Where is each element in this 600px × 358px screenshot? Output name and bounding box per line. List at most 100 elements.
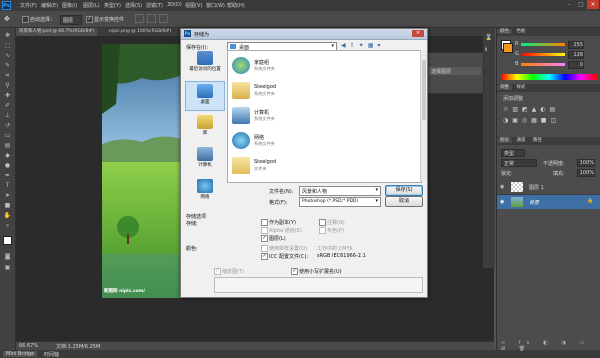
proof-checkbox[interactable] <box>261 245 268 252</box>
chevron-down-icon[interactable]: ▾ <box>375 198 378 204</box>
tab-color[interactable]: 颜色 <box>497 29 512 34</box>
fill-value[interactable]: 100% <box>577 169 595 177</box>
lowercase-ext-checkbox[interactable]: ✓ <box>291 268 298 275</box>
history-brush-tool-icon[interactable]: ↺ <box>3 122 12 129</box>
history-item[interactable]: 选择图层 <box>427 67 481 75</box>
red-slider[interactable] <box>521 43 565 46</box>
place-network[interactable]: 网络 <box>185 177 225 207</box>
align-buttons[interactable] <box>135 14 215 24</box>
green-slider[interactable] <box>521 53 565 56</box>
tab-adjustments[interactable]: 调整 <box>497 85 512 90</box>
green-value[interactable]: 128 <box>568 51 584 59</box>
align-vcenter-icon[interactable] <box>147 14 156 23</box>
icc-checkbox[interactable]: ✓ <box>261 253 268 260</box>
tab-channels[interactable]: 通道 <box>513 138 528 143</box>
cancel-button[interactable]: 取消 <box>385 196 423 207</box>
place-library[interactable]: 库 <box>185 113 225 143</box>
canvas-image[interactable]: 昵图网 nipic.com/ <box>102 44 184 298</box>
tab-swatches[interactable]: 色板 <box>513 29 528 34</box>
show-transform-checkbox[interactable]: ✓ <box>86 16 93 23</box>
screen-mode-icon[interactable]: ▣ <box>3 264 12 271</box>
layer-row[interactable]: ◉ 背景 🔒 <box>497 195 600 209</box>
clone-stamp-tool-icon[interactable]: ⊥ <box>3 112 12 119</box>
tab-timeline[interactable]: 时间轴 <box>44 351 59 358</box>
place-recent[interactable]: 最近访问的位置 <box>185 49 225 79</box>
menu-view[interactable]: 视图(V) <box>185 2 202 9</box>
menu-edit[interactable]: 编辑(E) <box>41 2 58 9</box>
tab-layers[interactable]: 图层 <box>497 138 512 143</box>
menu-image[interactable]: 图像(I) <box>62 2 77 9</box>
tab-styles[interactable]: 样式 <box>513 85 528 90</box>
pen-tool-icon[interactable]: ✒ <box>3 172 12 179</box>
foreground-color-swatch[interactable] <box>3 236 12 245</box>
shape-tool-icon[interactable]: ■ <box>3 202 12 209</box>
place-desktop[interactable]: 桌面 <box>185 81 225 111</box>
bg-color-chip[interactable] <box>503 43 513 53</box>
marquee-tool-icon[interactable]: ⬚ <box>3 42 12 49</box>
blue-value[interactable]: 0 <box>568 61 584 69</box>
quick-select-tool-icon[interactable]: ✎ <box>3 62 12 69</box>
filename-input[interactable]: 风景和人物 ▾ <box>299 186 381 196</box>
red-value[interactable]: 255 <box>568 41 584 49</box>
notes-checkbox[interactable] <box>319 219 326 226</box>
menu-select[interactable]: 选择(S) <box>125 2 142 9</box>
eraser-tool-icon[interactable]: ▭ <box>3 132 12 139</box>
list-item[interactable]: Steelgod 系统文件夹 <box>230 79 350 103</box>
layers-checkbox[interactable]: ✓ <box>261 235 268 242</box>
layer-kind-filter[interactable]: 类型 <box>501 149 525 157</box>
alpha-checkbox[interactable] <box>261 227 268 234</box>
lasso-tool-icon[interactable]: ∿ <box>3 52 12 59</box>
back-icon[interactable]: ◀ <box>341 42 350 49</box>
menu-filter[interactable]: 滤镜(T) <box>146 2 163 9</box>
eyedropper-tool-icon[interactable]: ⚲ <box>3 82 12 89</box>
blur-tool-icon[interactable]: ◆ <box>3 152 12 159</box>
save-button[interactable]: 保存(S) <box>385 185 423 196</box>
up-folder-icon[interactable]: ⇧ <box>350 42 359 49</box>
view-menu-icon[interactable]: ▦▾ <box>368 42 385 49</box>
layer-name[interactable]: 背景 <box>529 199 539 206</box>
move-tool-icon[interactable]: ✥ <box>4 15 16 23</box>
scrollbar-thumb[interactable] <box>422 60 426 120</box>
adjustment-icons[interactable]: ☼▥◩▲◐▤ ◑▣◎▦■◫ <box>503 104 573 126</box>
spot-checkbox[interactable] <box>319 227 326 234</box>
layer-name[interactable]: 图层 1 <box>529 184 544 191</box>
tab-mini-bridge[interactable]: Mini Bridge <box>3 351 38 357</box>
tab-paths[interactable]: 路径 <box>530 138 545 143</box>
list-item[interactable]: 家庭组 系统文件夹 <box>230 54 350 78</box>
info-panel-icon[interactable]: ℹ <box>485 46 493 54</box>
menu-file[interactable]: 文件(F) <box>20 2 37 9</box>
menu-3d[interactable]: 3D(D) <box>167 2 182 8</box>
list-item[interactable]: 计算机 系统文件夹 <box>230 104 350 128</box>
align-bottom-icon[interactable] <box>159 14 168 23</box>
crop-tool-icon[interactable]: ⌗ <box>3 72 12 79</box>
dodge-tool-icon[interactable]: ● <box>3 162 12 169</box>
zoom-level[interactable]: 66.67% <box>19 343 38 349</box>
layer-select-dropdown[interactable]: 图层 <box>60 15 82 25</box>
close-icon[interactable]: × <box>412 30 424 37</box>
brush-tool-icon[interactable]: ✐ <box>3 102 12 109</box>
file-list-scrollbar[interactable] <box>420 50 427 181</box>
path-select-tool-icon[interactable]: ➤ <box>3 192 12 199</box>
file-list[interactable]: 家庭组 系统文件夹 Steelgod 系统文件夹 计算机 系统文件夹 网络 系统… <box>227 50 422 183</box>
align-top-icon[interactable] <box>135 14 144 23</box>
chevron-down-icon[interactable]: ▾ <box>331 43 334 49</box>
history-panel-icon[interactable]: ⌛ <box>485 34 493 42</box>
format-dropdown[interactable]: Photoshop (*.PSD;*.PDD) ▾ <box>299 197 381 207</box>
color-spectrum-bar[interactable] <box>501 74 597 80</box>
type-tool-icon[interactable]: T <box>3 182 12 189</box>
copy-checkbox[interactable] <box>261 219 268 226</box>
menu-layer[interactable]: 图层(L) <box>83 2 100 9</box>
zoom-tool-icon[interactable]: ⌕ <box>3 222 12 229</box>
close-icon[interactable]: × <box>587 0 599 9</box>
menu-help[interactable]: 帮助(H) <box>227 2 245 9</box>
blue-slider[interactable] <box>521 63 565 66</box>
hand-tool-icon[interactable]: ✋ <box>3 212 12 219</box>
opacity-value[interactable]: 100% <box>577 159 595 167</box>
eye-icon[interactable]: ◉ <box>500 199 504 205</box>
list-item[interactable]: Steelgod 文件夹 <box>230 154 350 178</box>
new-folder-icon[interactable]: ✦ <box>359 42 368 49</box>
list-item[interactable]: 网络 系统文件夹 <box>230 129 350 153</box>
thumbnail-checkbox[interactable]: ✓ <box>214 268 221 275</box>
menu-window[interactable]: 窗口(W) <box>206 2 225 9</box>
layer-row[interactable]: ◉ 图层 1 <box>497 180 600 195</box>
